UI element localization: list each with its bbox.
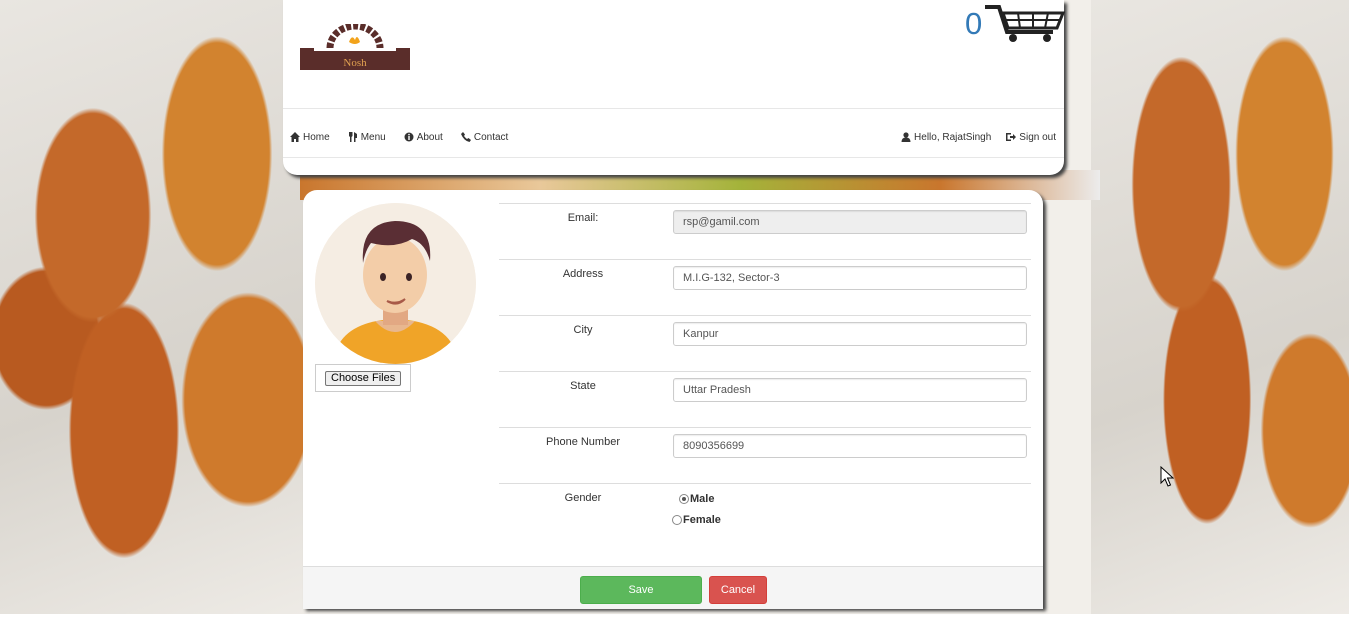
choose-files-button[interactable]: Choose Files [325, 371, 402, 386]
background-food-image-left [0, 0, 310, 615]
shopping-cart-icon[interactable] [983, 4, 1065, 44]
form-footer: Save Cancel [303, 566, 1043, 609]
main-nav: Home Menu About Contact [290, 127, 526, 147]
profile-avatar [315, 203, 476, 364]
svg-text:Nosh: Nosh [343, 57, 367, 69]
profile-form-panel: Choose Files Email: Address City State P… [303, 190, 1043, 609]
phone-icon [460, 132, 471, 142]
info-icon [404, 132, 414, 142]
cart[interactable]: 0 [965, 4, 1065, 42]
page-bottom-strip [0, 614, 1349, 620]
nav-menu-label: Menu [360, 131, 386, 143]
cart-count: 0 [965, 6, 983, 41]
email-label: Email: [567, 212, 599, 224]
gender-female-label: Female [683, 514, 721, 526]
nav-user-greeting[interactable]: Hello, RajatSingh [901, 132, 991, 143]
gender-female-option[interactable]: Female [672, 514, 721, 526]
nav-home-label: Home [303, 131, 330, 143]
email-row: Email: [499, 203, 1031, 259]
address-field[interactable] [673, 266, 1027, 290]
phone-field[interactable] [673, 434, 1027, 458]
state-row: State [499, 371, 1031, 427]
state-label: State [570, 380, 596, 392]
nav-about-label: About [416, 131, 443, 143]
save-button[interactable]: Save [580, 576, 702, 604]
header-divider-top [283, 108, 1064, 109]
user-icon [901, 132, 911, 142]
cancel-button[interactable]: Cancel [709, 576, 767, 604]
gender-female-radio[interactable] [672, 515, 682, 525]
file-upload-wrapper: Choose Files [315, 364, 411, 392]
city-label: City [573, 324, 593, 336]
gender-male-radio[interactable] [679, 494, 689, 504]
gender-male-option[interactable]: Male [679, 493, 714, 505]
email-field[interactable] [673, 210, 1027, 234]
background-food-image-right [1091, 0, 1349, 615]
address-label: Address [562, 268, 604, 280]
site-header: Nosh 0 Home Menu About Contact Hello, Ra… [283, 0, 1065, 175]
sign-out-icon [1006, 133, 1017, 141]
mouse-cursor-icon [1160, 466, 1174, 487]
phone-label: Phone Number [546, 436, 620, 448]
city-row: City [499, 315, 1031, 371]
phone-row: Phone Number [499, 427, 1031, 483]
user-nav: Hello, RajatSingh Sign out [886, 127, 1056, 147]
address-row: Address [499, 259, 1031, 315]
gender-male-label: Male [690, 493, 715, 505]
gender-label: Gender [564, 492, 602, 504]
nav-menu[interactable]: Menu [348, 132, 386, 143]
gender-row: Gender Male Female [499, 483, 1031, 554]
sign-out-label: Sign out [1019, 131, 1056, 143]
home-icon [290, 132, 300, 142]
city-field[interactable] [673, 322, 1027, 346]
cutlery-icon [348, 132, 357, 142]
state-field[interactable] [673, 378, 1027, 402]
user-greeting-label: Hello, RajatSingh [914, 131, 992, 143]
nav-about[interactable]: About [404, 132, 443, 143]
nav-sign-out[interactable]: Sign out [1006, 132, 1056, 143]
nav-contact[interactable]: Contact [460, 131, 509, 143]
nav-contact-label: Contact [473, 131, 509, 143]
nosh-logo[interactable]: Nosh [300, 22, 410, 70]
header-divider-bottom [283, 157, 1064, 158]
nav-home[interactable]: Home [290, 132, 330, 143]
